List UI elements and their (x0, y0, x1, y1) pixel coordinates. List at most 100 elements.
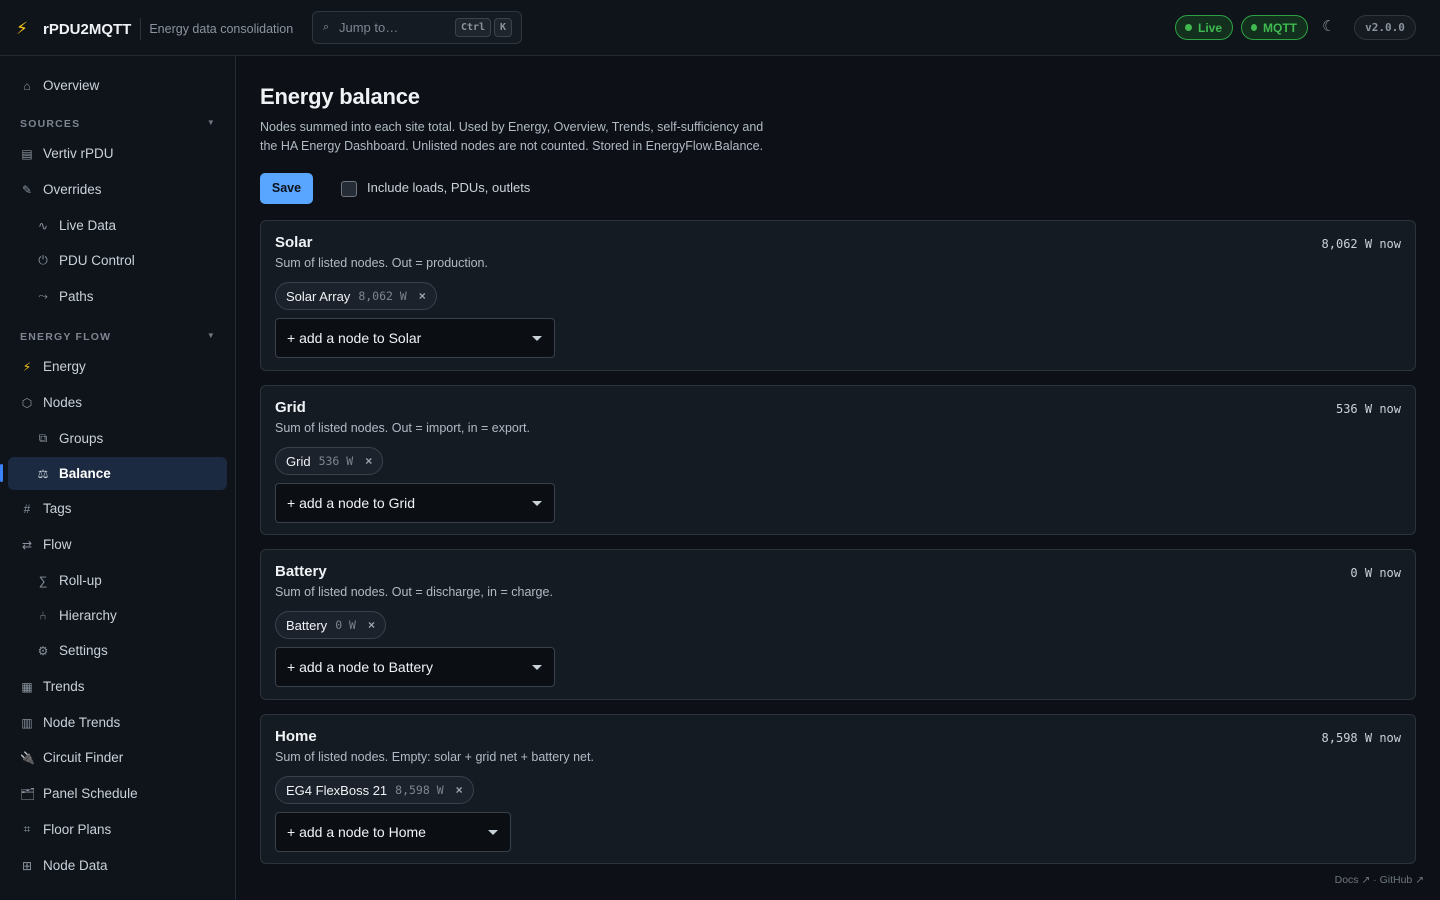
add-node-select[interactable]: + add a node to Grid (275, 483, 555, 523)
sidebar-item-label: Settings (59, 643, 108, 658)
sidebar-item-circuit-finder[interactable]: 🔌 Circuit Finder (8, 741, 227, 774)
moon-icon[interactable]: ☾ (1322, 17, 1335, 35)
sidebar-item-label: Paths (59, 289, 94, 304)
sidebar-item-flow[interactable]: ⇄ Flow (8, 528, 227, 561)
card-title: Battery (275, 563, 327, 580)
scale-icon: ⚖ (37, 466, 49, 481)
sidebar-item-label: Vertiv rPDU (43, 146, 114, 161)
add-node-label: + add a node to Battery (287, 659, 433, 675)
live-dot-icon (1185, 24, 1192, 31)
hexagon-icon: ⬡ (21, 395, 33, 410)
sidebar-item-label: Energy (43, 359, 86, 374)
docs-link[interactable]: Docs ↗ (1335, 874, 1371, 886)
sidebar-item-label: Flow (43, 537, 72, 552)
add-node-label: + add a node to Grid (287, 495, 416, 511)
sidebar-item-panel-schedule[interactable]: 🗂 Panel Schedule (8, 777, 227, 810)
sidebar-item-paths[interactable]: ⤳ Paths (8, 280, 227, 313)
add-node-select[interactable]: + add a node to Battery (275, 647, 555, 687)
add-node-select[interactable]: + add a node to Solar (275, 318, 555, 358)
sidebar-item-balance[interactable]: ⚖ Balance (8, 457, 227, 490)
card-title: Solar (275, 234, 313, 251)
sidebar-item-pdu-control[interactable]: ⏻ PDU Control (8, 244, 227, 277)
sidebar-item-label: Hierarchy (59, 608, 117, 623)
card-subtitle: Sum of listed nodes. Empty: solar + grid… (275, 750, 594, 764)
sidebar-item-label: Nodes (43, 395, 83, 410)
sidebar-item-energy[interactable]: ⚡ Energy (8, 350, 227, 383)
close-icon[interactable]: × (368, 618, 375, 632)
mqtt-status-badge[interactable]: MQTT (1241, 15, 1308, 40)
sidebar-item-vertiv-rpdu[interactable]: ▤ Vertiv rPDU (8, 137, 227, 170)
search-placeholder: Jump to… (339, 20, 399, 35)
card-subtitle: Sum of listed nodes. Out = discharge, in… (275, 585, 553, 599)
sidebar-item-nodes[interactable]: ⬡ Nodes (8, 386, 227, 419)
search-icon: ⌕ (323, 21, 330, 33)
app-tagline: Energy data consolidation (149, 22, 294, 36)
section-energy-flow[interactable]: ENERGY FLOW ▼ (20, 331, 216, 345)
sidebar-item-label: Tags (43, 501, 72, 516)
add-node-select[interactable]: + add a node to Home (275, 812, 511, 852)
include-loads-label[interactable]: Include loads, PDUs, outlets (367, 180, 530, 195)
sidebar-item-overview[interactable]: ⌂ Overview (8, 69, 227, 102)
pulse-icon: ∿ (37, 218, 49, 233)
sidebar-item-trends[interactable]: ▦ Trends (8, 670, 227, 703)
card-current-watts: 8,598 W now (1321, 731, 1401, 745)
card-title: Grid (275, 399, 306, 416)
close-icon[interactable]: × (419, 289, 426, 303)
live-status-badge[interactable]: Live (1175, 15, 1233, 40)
footer-links: Docs ↗ · GitHub ↗ (1335, 874, 1424, 886)
sidebar-item-label: Node Trends (43, 715, 121, 730)
sidebar-item-node-trends[interactable]: ▥ Node Trends (8, 706, 227, 739)
grid-icon: ⌗ (23, 822, 31, 836)
route-icon: ⤳ (38, 289, 48, 303)
chevron-down-icon (532, 501, 542, 506)
pencil-icon: ✎ (21, 182, 33, 197)
node-chip-name: Grid (286, 453, 311, 469)
power-icon: ⏻ (38, 253, 48, 267)
sidebar-item-roll-up[interactable]: ∑ Roll-up (8, 564, 227, 597)
node-chip-name: EG4 FlexBoss 21 (286, 782, 388, 798)
add-node-label: + add a node to Home (287, 824, 426, 840)
card-current-watts: 8,062 W now (1321, 237, 1401, 251)
sidebar-item-hierarchy[interactable]: ⑃ Hierarchy (8, 599, 227, 632)
home-icon: ⌂ (23, 78, 31, 93)
sidebar-item-overrides[interactable]: ✎ Overrides (8, 173, 227, 206)
chevron-down-icon (532, 665, 542, 670)
sidebar-item-groups[interactable]: ⧉ Groups (8, 422, 227, 455)
chevron-down-icon (532, 336, 542, 341)
github-link[interactable]: GitHub ↗ (1380, 874, 1424, 886)
balance-card-home: Home 8,598 W now Sum of listed nodes. Em… (260, 714, 1416, 864)
sidebar-item-node-data[interactable]: ⊞ Node Data (8, 849, 227, 882)
lightning-bolt-icon: ⚡ (16, 19, 28, 38)
close-icon[interactable]: × (456, 783, 463, 797)
sidebar-item-label: Balance (59, 466, 111, 481)
sidebar-item-tags[interactable]: # Tags (8, 492, 227, 525)
balance-card-grid: Grid 536 W now Sum of listed nodes. Out … (260, 385, 1416, 535)
sidebar-item-settings[interactable]: ⚙ Settings (8, 634, 227, 667)
sidebar-item-live-data[interactable]: ∿ Live Data (8, 209, 227, 242)
card-current-watts: 536 W now (1335, 402, 1401, 416)
include-loads-checkbox[interactable] (341, 181, 357, 197)
brand[interactable]: ⚡ rPDU2MQTT Energy data consolidation (16, 18, 293, 40)
node-chip-watts: 8,062 W (358, 289, 407, 303)
mqtt-dot-icon (1251, 24, 1257, 31)
section-sources[interactable]: SOURCES ▼ (20, 118, 216, 132)
add-node-label: + add a node to Solar (287, 330, 422, 346)
node-chip-watts: 8,598 W (395, 783, 444, 797)
sidebar-item-floor-plans[interactable]: ⌗ Floor Plans (8, 813, 227, 846)
tree-icon: ⑃ (39, 608, 47, 623)
brand-divider (140, 18, 142, 40)
plug-icon: 🔌 (20, 750, 35, 765)
section-label: ENERGY FLOW (20, 331, 112, 343)
sidebar-item-label: Trends (43, 679, 85, 694)
sidebar-item-label: Groups (59, 431, 104, 446)
sidebar-item-label: Roll-up (59, 573, 102, 588)
sidebar-item-label: Overrides (43, 182, 102, 197)
shortcut-k-key: K (494, 18, 513, 37)
chevron-down-icon: ▼ (206, 331, 216, 340)
jump-to-search[interactable]: ⌕ Jump to… Ctrl K (312, 11, 522, 44)
card-title: Home (275, 728, 317, 745)
node-chip-watts: 0 W (335, 618, 356, 632)
close-icon[interactable]: × (365, 454, 372, 468)
chart-icon: ▦ (21, 679, 33, 694)
save-button[interactable]: Save (260, 173, 313, 204)
